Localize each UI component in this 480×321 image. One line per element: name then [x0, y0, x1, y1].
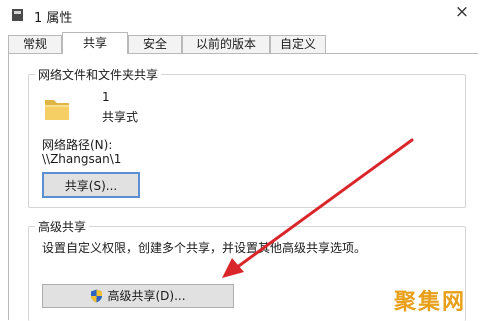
watermark-logo: 聚集网 [393, 290, 466, 315]
advanced-share-button[interactable]: 高级共享(D)... [42, 284, 234, 308]
tab-customize[interactable]: 自定义 [270, 35, 326, 53]
title-bar: 1 属性 × [0, 0, 480, 30]
shared-item-status: 共享式 [102, 110, 139, 124]
network-path-value: \\Zhangsan\1 [42, 152, 122, 166]
folder-icon [45, 100, 69, 120]
network-path-label: 网络路径(N): [42, 138, 113, 152]
shared-item-name: 1 [102, 90, 110, 104]
advanced-share-group-title: 高级共享 [35, 218, 90, 235]
network-share-group-title: 网络文件和文件夹共享 [35, 66, 162, 83]
close-button[interactable]: × [444, 0, 480, 26]
tab-general[interactable]: 常规 [8, 35, 62, 53]
tab-strip: 常规 共享 安全 以前的版本 自定义 [8, 32, 478, 54]
tab-security[interactable]: 安全 [128, 35, 182, 53]
window-title: 1 属性 [34, 11, 73, 26]
share-button[interactable]: 共享(S)... [42, 172, 140, 198]
properties-icon [12, 9, 23, 21]
uac-shield-icon [91, 289, 103, 302]
tab-previous-versions[interactable]: 以前的版本 [182, 35, 270, 53]
tab-sharing[interactable]: 共享 [62, 32, 128, 54]
advanced-share-description: 设置自定义权限，创建多个共享，并设置其他高级共享选项。 [42, 241, 367, 255]
advanced-share-button-label: 高级共享(D)... [107, 289, 186, 303]
